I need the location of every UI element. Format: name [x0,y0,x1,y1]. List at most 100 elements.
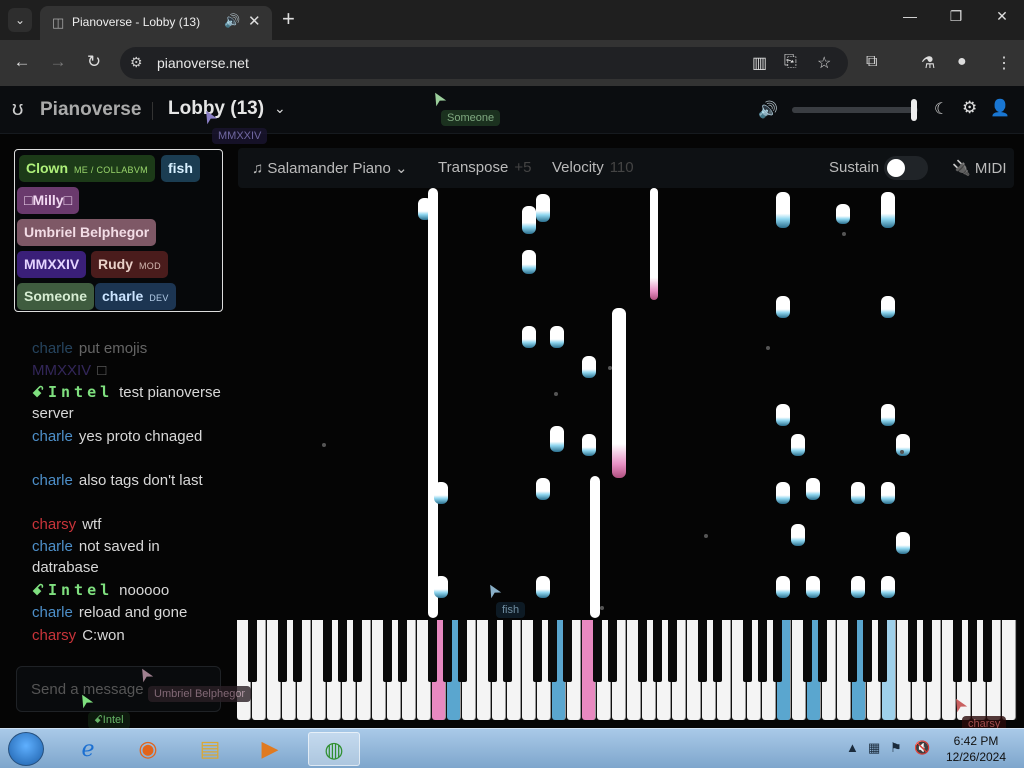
sustain-toggle[interactable] [884,156,928,180]
window-close-icon[interactable]: ✕ [990,8,1014,25]
black-key[interactable] [877,620,887,682]
black-key[interactable] [562,620,572,682]
black-key[interactable] [772,620,782,682]
tab-close-icon[interactable]: ✕ [248,12,261,30]
reload-icon[interactable]: ↻ [83,52,105,72]
black-key[interactable] [712,620,722,682]
black-key[interactable] [757,620,767,682]
media-player-icon[interactable]: ▶ [244,732,296,766]
black-key[interactable] [862,620,872,682]
black-key[interactable] [982,620,992,682]
black-key[interactable] [337,620,347,682]
black-key[interactable] [277,620,287,682]
account-icon[interactable]: 👤 [990,98,1010,118]
midi-button[interactable]: 🔌 MIDI [952,159,1007,177]
chat-nick[interactable]: charle [32,472,73,489]
instrument-select[interactable]: ♫ Salamander Piano ⌄ [252,159,408,177]
black-key[interactable] [457,620,467,682]
volume-icon[interactable]: 🔊 [758,100,778,120]
black-key[interactable] [607,620,617,682]
chat-nick[interactable]: MMXXIV [32,362,91,379]
black-key[interactable] [547,620,557,682]
address-bar[interactable]: ⚙ pianoverse.net ▥ ⎘ ☆ [120,47,848,79]
black-key[interactable] [292,620,302,682]
chrome-taskbar-icon[interactable]: ◍ [308,732,360,766]
chat-nick[interactable]: charle [32,538,73,555]
black-key[interactable] [697,620,707,682]
user-badge[interactable]: charle DEV [95,283,176,310]
chat-nick[interactable]: ꗃIntel [32,383,113,401]
new-tab-button[interactable]: + [282,6,295,32]
volume-slider-handle[interactable] [911,99,917,121]
volume-muted-icon[interactable]: 🔇 [914,740,930,756]
black-key[interactable] [322,620,332,682]
black-key[interactable] [802,620,812,682]
show-hidden-icons[interactable]: ▲ [846,740,859,755]
user-badge[interactable]: MMXXIV [17,251,87,278]
black-key[interactable] [397,620,407,682]
file-explorer-icon[interactable]: ▤ [184,732,236,766]
reading-mode-icon[interactable]: ▥ [752,53,767,73]
chat-nick[interactable]: charle [32,604,73,621]
chat-nick[interactable]: charle [32,428,73,445]
chat-nick[interactable]: ꗃIntel [32,581,113,599]
user-badge[interactable]: Someone [17,283,95,310]
black-key[interactable] [817,620,827,682]
black-key[interactable] [352,620,362,682]
chat-nick[interactable]: charle [32,340,73,357]
clock[interactable]: 6:42 PM 12/26/2024 [940,733,1012,765]
black-key[interactable] [382,620,392,682]
restore-icon[interactable]: ❐ [944,8,968,25]
transpose-control[interactable]: Transpose +5 [438,159,531,176]
moon-icon[interactable]: ☾ [934,99,948,119]
black-key[interactable] [952,620,962,682]
browser-menu-icon[interactable]: ⋮ [996,53,1012,73]
labs-icon[interactable]: ⚗ [921,53,935,73]
black-key[interactable] [532,620,542,682]
site-info-icon[interactable]: ⚙ [130,54,143,71]
user-badge[interactable]: Clown ME / COLLABVM [19,155,155,182]
back-icon[interactable]: ← [11,52,33,72]
user-badge[interactable]: Rudy MOD [91,251,168,278]
user-badge[interactable]: □Milly□ [17,187,80,214]
gear-icon[interactable]: ⚙ [962,98,977,118]
black-key[interactable] [742,620,752,682]
install-app-icon[interactable]: ⎘ [784,53,797,71]
black-key[interactable] [667,620,677,682]
profile-icon[interactable]: ● [957,53,967,71]
black-key[interactable] [487,620,497,682]
black-key[interactable] [502,620,512,682]
black-key[interactable] [247,620,257,682]
forward-icon[interactable]: → [47,52,69,72]
start-button[interactable] [8,732,44,766]
user-badge[interactable]: Umbriel Belphegor [17,219,157,246]
black-key[interactable] [427,620,437,682]
black-key[interactable] [652,620,662,682]
black-key[interactable] [592,620,602,682]
extensions-icon[interactable]: ⧉ [866,53,877,71]
black-key[interactable] [907,620,917,682]
black-key[interactable] [637,620,647,682]
falling-note [522,250,536,274]
chat-nick[interactable]: charsy [32,627,76,644]
chat-nick[interactable]: charsy [32,516,76,533]
black-key[interactable] [442,620,452,682]
bookmark-star-icon[interactable]: ☆ [817,53,831,73]
minimize-icon[interactable]: — [898,8,922,24]
black-key[interactable] [967,620,977,682]
velocity-control[interactable]: Velocity 110 [552,159,634,176]
black-key[interactable] [922,620,932,682]
audio-playing-icon[interactable]: 🔊 [224,13,240,29]
firefox-icon[interactable]: ◉ [122,732,174,766]
browser-tab[interactable]: ◫ Pianoverse - Lobby (13) 🔊 ✕ [40,6,272,40]
network-icon[interactable]: ▦ [868,740,880,756]
black-key[interactable] [847,620,857,682]
action-center-icon[interactable]: ⚑ [890,740,902,756]
tab-search-button[interactable]: ⌄ [8,8,32,32]
internet-explorer-icon[interactable]: ℯ [62,732,114,766]
user-badge[interactable]: fish [161,155,200,182]
volume-slider[interactable] [792,107,918,113]
piano-keyboard[interactable] [237,620,1017,720]
chevron-down-icon[interactable]: ⌄ [274,100,286,117]
white-key[interactable] [1002,620,1016,720]
